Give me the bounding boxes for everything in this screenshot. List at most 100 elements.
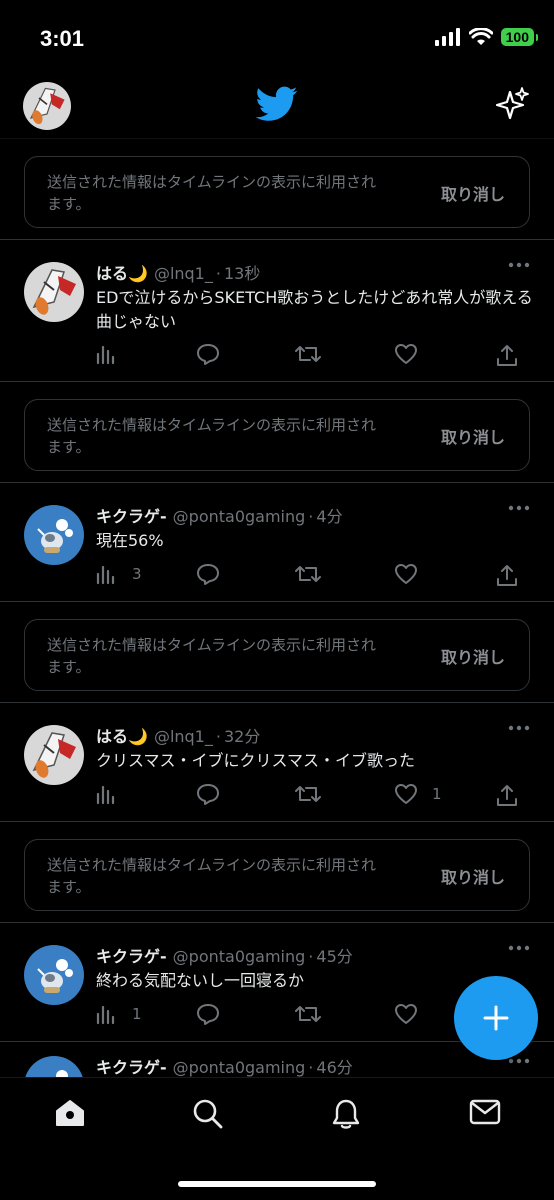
reply-icon [197,1004,219,1025]
avatar-image [24,725,84,785]
like-button[interactable]: 1 [394,783,442,805]
retweet-icon [295,1006,321,1022]
tweet-time[interactable]: 4分 [316,503,342,527]
views-button[interactable]: 1 [96,1003,142,1025]
user-handle[interactable]: @ponta0gaming [173,507,306,526]
views-icon [96,785,115,805]
retweet-icon [295,786,321,802]
views-button[interactable] [96,783,132,805]
avatar[interactable] [24,725,84,785]
timeline-feed[interactable]: 送信された情報はタイムラインの表示に利用されます。 取り消し はる🌙 @lnq1… [0,139,554,1077]
share-button[interactable] [496,563,518,587]
display-name[interactable]: キクラゲ- [96,503,167,527]
views-button[interactable]: 3 [96,563,142,585]
retweet-button[interactable] [294,563,322,585]
user-handle[interactable]: @ponta0gaming [173,947,306,966]
status-icons: 100 [434,28,539,46]
reply-icon [197,344,219,365]
home-icon[interactable] [54,1098,86,1128]
more-options-icon[interactable] [508,1058,530,1064]
share-icon [497,345,517,366]
retweet-button[interactable] [294,783,322,805]
more-options-icon[interactable] [508,725,530,731]
undo-button[interactable]: 取り消し [441,644,505,668]
twitter-logo-icon[interactable] [256,86,298,122]
tweet-header: はる🌙 @lnq1_ · 32分 [96,723,260,747]
share-button[interactable] [496,343,518,367]
retweet-button[interactable] [294,343,322,365]
tweet-time[interactable]: 32分 [224,723,260,747]
tweet-actions [96,343,526,369]
share-icon [497,565,517,586]
tweet-time[interactable]: 46分 [316,1054,352,1077]
separator-dot: · [308,507,314,526]
tweet-header: キクラゲ- @ponta0gaming · 46分 [96,1054,353,1077]
display-name[interactable]: キクラゲ- [96,943,167,967]
timeline-notice: 送信された情報はタイムラインの表示に利用されます。 取り消し [0,382,554,483]
status-bar: 3:01 100 [0,0,554,80]
notice-box: 送信された情報はタイムラインの表示に利用されます。 取り消し [24,156,530,228]
display-name[interactable]: はる🌙 [96,260,148,284]
undo-button[interactable]: 取り消し [441,181,505,205]
separator-dot: · [215,264,221,283]
separator-dot: · [215,727,221,746]
tweet-text: クリスマス・イブにクリスマス・イブ歌った [96,751,416,770]
like-button[interactable] [394,1003,432,1025]
search-icon[interactable] [192,1098,224,1130]
undo-button[interactable]: 取り消し [441,864,505,888]
reply-button[interactable] [196,1003,220,1025]
like-button[interactable] [394,563,432,585]
notice-text: 送信された情報はタイムラインの表示に利用されます。 [47,636,376,676]
display-name[interactable]: はる🌙 [96,723,148,747]
reply-button[interactable] [196,783,220,805]
views-button[interactable] [96,343,132,365]
separator-dot: · [308,1058,314,1077]
tweet[interactable]: はる🌙 @lnq1_ · 13秒 EDで泣けるからSKETCH歌おうとしたけどあ… [0,240,554,382]
heart-icon [395,1004,417,1024]
avatar-image [23,82,71,130]
undo-button[interactable]: 取り消し [441,424,505,448]
notice-box: 送信された情報はタイムラインの表示に利用されます。 取り消し [24,399,530,471]
reply-icon [197,564,219,585]
views-count: 1 [132,1005,142,1023]
user-handle[interactable]: @ponta0gaming [173,1058,306,1077]
notice-text: 送信された情報はタイムラインの表示に利用されます。 [47,856,376,896]
retweet-icon [295,566,321,582]
display-name[interactable]: キクラゲ- [96,1054,167,1077]
avatar[interactable] [24,505,84,565]
compose-tweet-button[interactable] [454,976,538,1060]
tweet-time[interactable]: 13秒 [224,260,260,284]
user-handle[interactable]: @lnq1_ [154,727,213,746]
tweet[interactable]: はる🌙 @lnq1_ · 32分 クリスマス・イブにクリスマス・イブ歌った 1 [0,703,554,822]
avatar-image [24,945,84,1005]
avatar[interactable] [24,262,84,322]
views-icon [96,1005,115,1025]
views-icon [96,345,115,365]
profile-avatar-button[interactable] [23,82,71,130]
top-bar [0,80,554,138]
retweet-button[interactable] [294,1003,322,1025]
like-button[interactable] [394,343,432,365]
more-options-icon[interactable] [508,505,530,511]
avatar[interactable] [24,1056,84,1077]
reply-button[interactable] [196,343,220,365]
share-icon [497,785,517,806]
reply-button[interactable] [196,563,220,585]
avatar[interactable] [24,945,84,1005]
tweet-text: EDで泣けるからSKETCH歌おうとしたけどあれ常人が歌える曲じゃない [96,288,533,331]
home-indicator [178,1181,376,1187]
heart-icon [395,784,417,804]
bell-icon[interactable] [331,1098,361,1130]
more-options-icon[interactable] [508,945,530,951]
sparkle-icon[interactable] [496,86,530,122]
plus-icon [483,1005,509,1031]
tweet-actions: 1 [96,783,526,809]
timeline-notice: 送信された情報はタイムラインの表示に利用されます。 取り消し [0,602,554,703]
signal-icon [434,28,460,46]
tweet-time[interactable]: 45分 [316,943,352,967]
mail-icon[interactable] [469,1098,501,1126]
more-options-icon[interactable] [508,262,530,268]
share-button[interactable] [496,783,518,807]
tweet[interactable]: キクラゲ- @ponta0gaming · 4分 現在56% 3 [0,483,554,602]
user-handle[interactable]: @lnq1_ [154,264,213,283]
